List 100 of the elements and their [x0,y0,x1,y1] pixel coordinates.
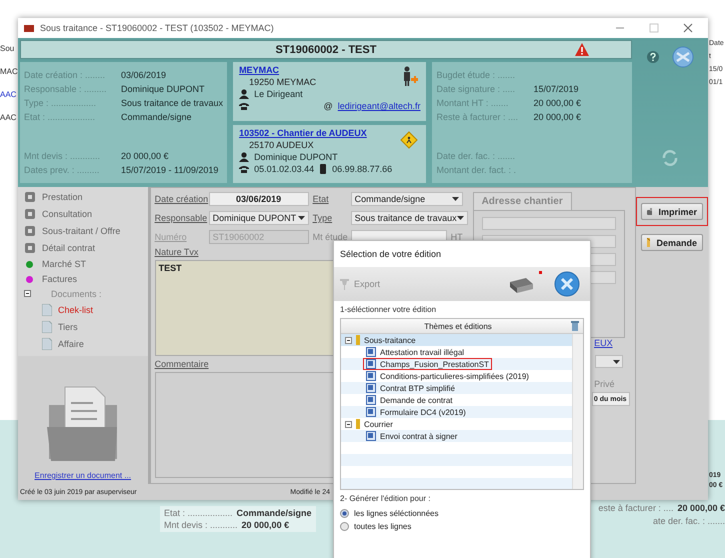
field-label: Responsable [154,213,205,223]
help-icon[interactable] [646,50,660,64]
radio-option[interactable]: toutes les lignes [334,520,590,533]
document-item[interactable]: Chek-list [24,304,142,316]
dropdown[interactable]: Sous traitance de travaux [350,211,468,225]
contact-name: Dominique DUPONT [254,152,338,162]
action-button[interactable]: Imprimer [641,203,703,220]
supplier-link[interactable]: MEYMAC [239,65,420,75]
folder-icon [356,419,360,429]
window-title: Sous traitance - ST19060002 - TEST (103502 - MEYMAC) [40,23,275,33]
phone-number: 05.01.02.03.44 [254,164,314,174]
dialog-title: Sélection de votre édition [339,248,442,261]
edition-item[interactable]: Demande de contrat [341,394,572,406]
background-text: AAC [0,113,18,122]
mobile-phone-icon [319,164,328,174]
menu-item-icon [24,225,36,237]
document-icon [366,431,376,441]
edition-item[interactable]: Formulaire DC4 (v2019) [341,406,572,418]
field-label: Nature Tvx [154,247,198,257]
group-label: Documents : [51,289,102,299]
info-label: Date création : ........ [24,70,106,80]
menu-item-icon [24,191,36,203]
site-link[interactable]: EUX [594,338,613,348]
person-icon [402,66,418,86]
info-value: 20 000,00 € [121,151,169,161]
document-icon [42,304,52,316]
step-label: 2- Générer l'édition pour : [339,493,432,505]
city-text: 25170 AUDEUX [248,140,315,150]
save-document-link[interactable]: Enregistrer un document ... [34,471,132,480]
field-label: Etat [312,194,330,204]
background-value: Commande/signe [236,508,312,518]
info-label: Montant HT : ....... [436,98,510,108]
pin-icon [340,278,349,290]
delete-icon[interactable] [571,321,579,331]
radio-option[interactable]: les lignes séléctionnées [334,507,590,520]
email-link[interactable]: ledirigeant@altech.fr [338,101,420,111]
info-value: Dominique DUPONT [121,84,205,94]
field-label: Commentaire [154,359,209,369]
dropdown[interactable] [594,355,623,368]
field-label: Date création [154,194,205,204]
folder-icon [356,335,360,345]
menu-item-icon [24,242,36,254]
info-label: Reste à facturer : .... [436,112,520,122]
phone-icon [239,164,250,172]
info-value: 15/07/2019 - 11/09/2019 [121,165,218,175]
edition-item[interactable]: Envoi contrat à signer [341,430,572,442]
document-icon [42,338,52,350]
email-symbol: @ [324,101,333,111]
phone-icon [239,102,250,110]
unit-label: HT [450,232,463,242]
dropdown[interactable]: Commande/signe [350,192,463,206]
background-label: ate der. fac. : ....... [652,516,725,526]
collapse-toggle[interactable] [24,289,31,299]
dropdown[interactable]: Dominique DUPONT [208,211,309,225]
close-icon[interactable] [554,271,580,297]
info-label: Etat : ................... [24,112,96,122]
site-link[interactable]: 103502 - Chantier de AUDEUX [239,128,420,138]
roadwork-sign-icon [400,130,418,148]
info-label: Montant der. fact. : . [436,165,518,175]
edition-item[interactable]: Contrat BTP simplifié [341,382,572,394]
warning-icon [575,43,589,56]
edition-item[interactable]: Conditions-particulieres-simplifiées (2019) [341,370,572,382]
sidebar-item[interactable]: Factures [24,274,142,284]
sidebar-item[interactable]: Prestation [24,191,142,203]
app-logo-icon [24,24,34,32]
sidebar-item[interactable]: Détail contrat [24,242,142,254]
background-label: este à facturer : .... [598,503,674,513]
tree-folder[interactable]: Sous-traitance [341,334,572,346]
sidebar-item[interactable]: Marché ST [24,259,142,269]
text-field[interactable]: 03/06/2019 [208,192,309,206]
background-label: Mnt devis : ........... [164,520,238,530]
action-button[interactable]: Demande [641,234,703,251]
info-label: Date der. fac. : ....... [436,151,516,161]
document-item[interactable]: Tiers [24,321,142,333]
field-label: Mt étude [312,232,347,242]
sidebar-item[interactable]: Consultation [24,208,142,220]
document-item[interactable]: Affaire [24,338,142,350]
background-label: Etat : .................. [164,508,233,518]
info-value: 20 000,00 € [533,112,582,122]
menu-item-icon [24,208,36,220]
scrollbar[interactable] [572,334,583,489]
info-value: Sous traitance de travaux [121,98,224,108]
caret-icon [452,197,459,201]
record-title: ST19060002 - TEST [276,44,376,56]
text-field[interactable] [482,217,616,230]
tree-folder[interactable]: Courrier [341,418,572,430]
info-label: Type : .................. [24,98,98,108]
info-label: Bugdet étude : ....... [436,70,516,80]
background-text: MAC [0,67,18,76]
background-value: 20 000,00 € [677,503,725,513]
info-label: Responsable : ......... [24,84,108,94]
background-text: AAC [0,90,18,99]
field-label: Privé [594,379,615,389]
collapse-icon [345,420,352,428]
caret-icon [612,360,620,364]
contact-name: Le Dirigeant [254,89,303,99]
info-value: 03/06/2019 [121,70,166,80]
document-icon [42,321,52,333]
sidebar-item[interactable]: Sous-traitant / Offre [24,225,142,237]
caret-icon [298,216,305,220]
